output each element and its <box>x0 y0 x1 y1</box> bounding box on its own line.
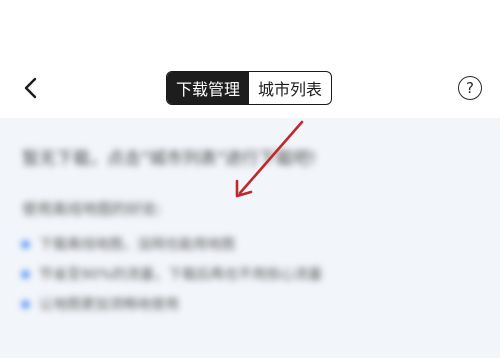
question-circle-icon: ? <box>466 79 474 97</box>
bullet-icon <box>20 269 31 279</box>
tab-download-management[interactable]: 下载管理 <box>167 72 249 104</box>
chevron-left-icon <box>24 77 37 99</box>
segmented-control: 下载管理 城市列表 <box>166 71 332 105</box>
bullet-icon <box>20 239 31 249</box>
list-item-text: 下载离线地图，没网也能用地图 <box>39 237 235 253</box>
bullet-icon <box>20 299 31 309</box>
back-button[interactable] <box>14 72 46 104</box>
list-item: 节省至90%的流量，下载后再也不用担心流量 <box>20 264 323 284</box>
help-button[interactable]: ? <box>458 76 482 100</box>
list-item-text: 节省至90%的流量，下载后再也不用担心流量 <box>39 267 323 283</box>
list-item: 下载离线地图，没网也能用地图 <box>20 234 235 254</box>
empty-message: 暂无下载，点击"城市列表"进行下载吧! <box>22 149 317 169</box>
top-bar: 下载管理 城市列表 ? <box>0 0 500 118</box>
list-item: 让地图更加流畅地使用 <box>20 294 179 314</box>
list-item-text: 让地图更加流畅地使用 <box>39 297 179 313</box>
tab-city-list[interactable]: 城市列表 <box>249 72 331 104</box>
benefits-title: 使用离线地图的好处: <box>22 200 163 218</box>
